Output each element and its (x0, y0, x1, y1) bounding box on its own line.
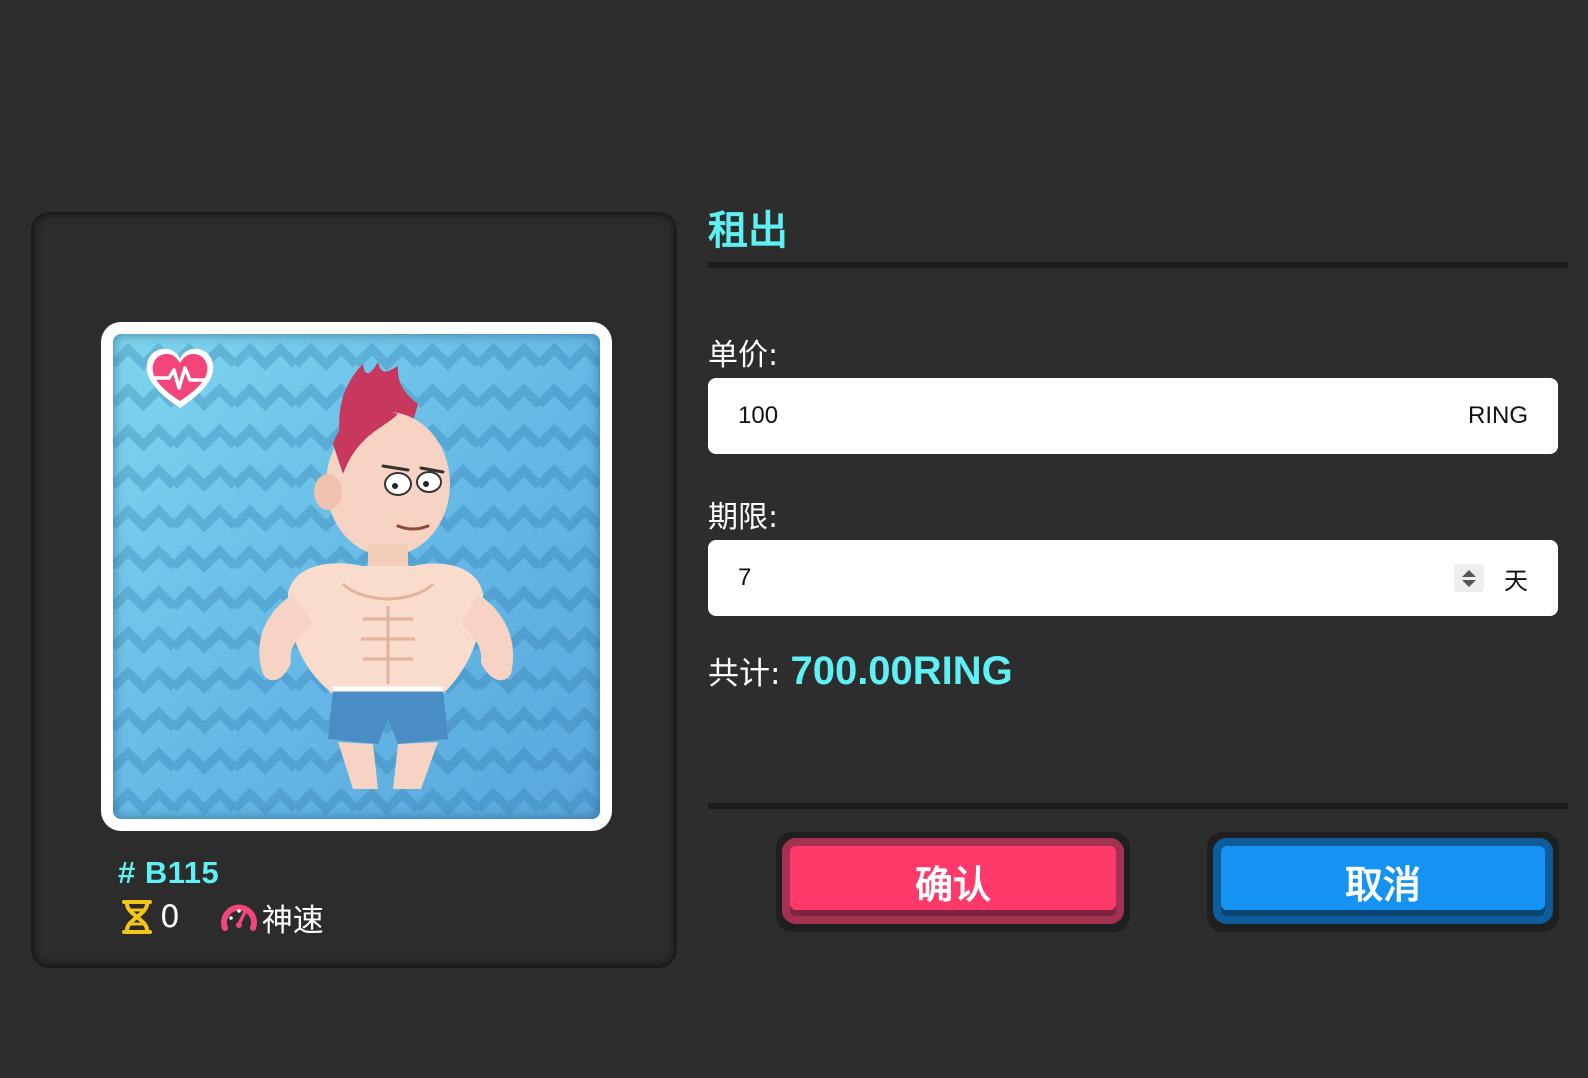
pet-id: # B115 (118, 855, 220, 890)
duration-input[interactable]: 7 天 (708, 540, 1558, 616)
speed-stat: 神速 (220, 895, 324, 940)
price-value[interactable]: 100 (738, 402, 1468, 430)
pet-character-illustration (259, 362, 514, 789)
total-value: 700.00RING (790, 649, 1013, 693)
confirm-button[interactable]: 确认 (782, 838, 1124, 924)
cancel-button[interactable]: 取消 (1213, 838, 1553, 924)
title-divider (708, 262, 1568, 268)
stepper-up-icon[interactable] (1462, 569, 1476, 577)
duration-stepper[interactable] (1454, 564, 1484, 592)
dna-icon (122, 900, 152, 934)
pet-portrait-image (113, 334, 600, 819)
pet-card: # B115 0 神速 (31, 212, 677, 968)
pet-portrait (101, 322, 612, 831)
total-label: 共计: (708, 656, 781, 692)
page-title: 租出 (708, 208, 788, 254)
price-input[interactable]: 100 RING (708, 378, 1558, 454)
gen-stat: 0 (118, 898, 180, 936)
duration-unit: 天 (1504, 567, 1528, 595)
stepper-down-icon[interactable] (1462, 579, 1476, 587)
total-row: 共计: 700.00RING (708, 648, 1013, 694)
rent-out-page: # B115 0 神速 租出 单价: 100 RING 期限: 7 天 共计: … (0, 0, 1588, 1078)
confirm-button-frame: 确认 (776, 832, 1130, 932)
cancel-button-frame: 取消 (1207, 832, 1559, 932)
duration-label: 期限: (708, 500, 779, 535)
gen-value: 0 (160, 899, 180, 935)
price-label: 单价: (708, 338, 779, 373)
speed-value: 神速 (261, 902, 324, 939)
duration-value[interactable]: 7 (738, 564, 1454, 592)
speedometer-icon (220, 904, 257, 931)
pet-stats: 0 神速 (118, 895, 324, 939)
price-unit: RING (1468, 402, 1528, 429)
footer-divider (708, 803, 1568, 809)
